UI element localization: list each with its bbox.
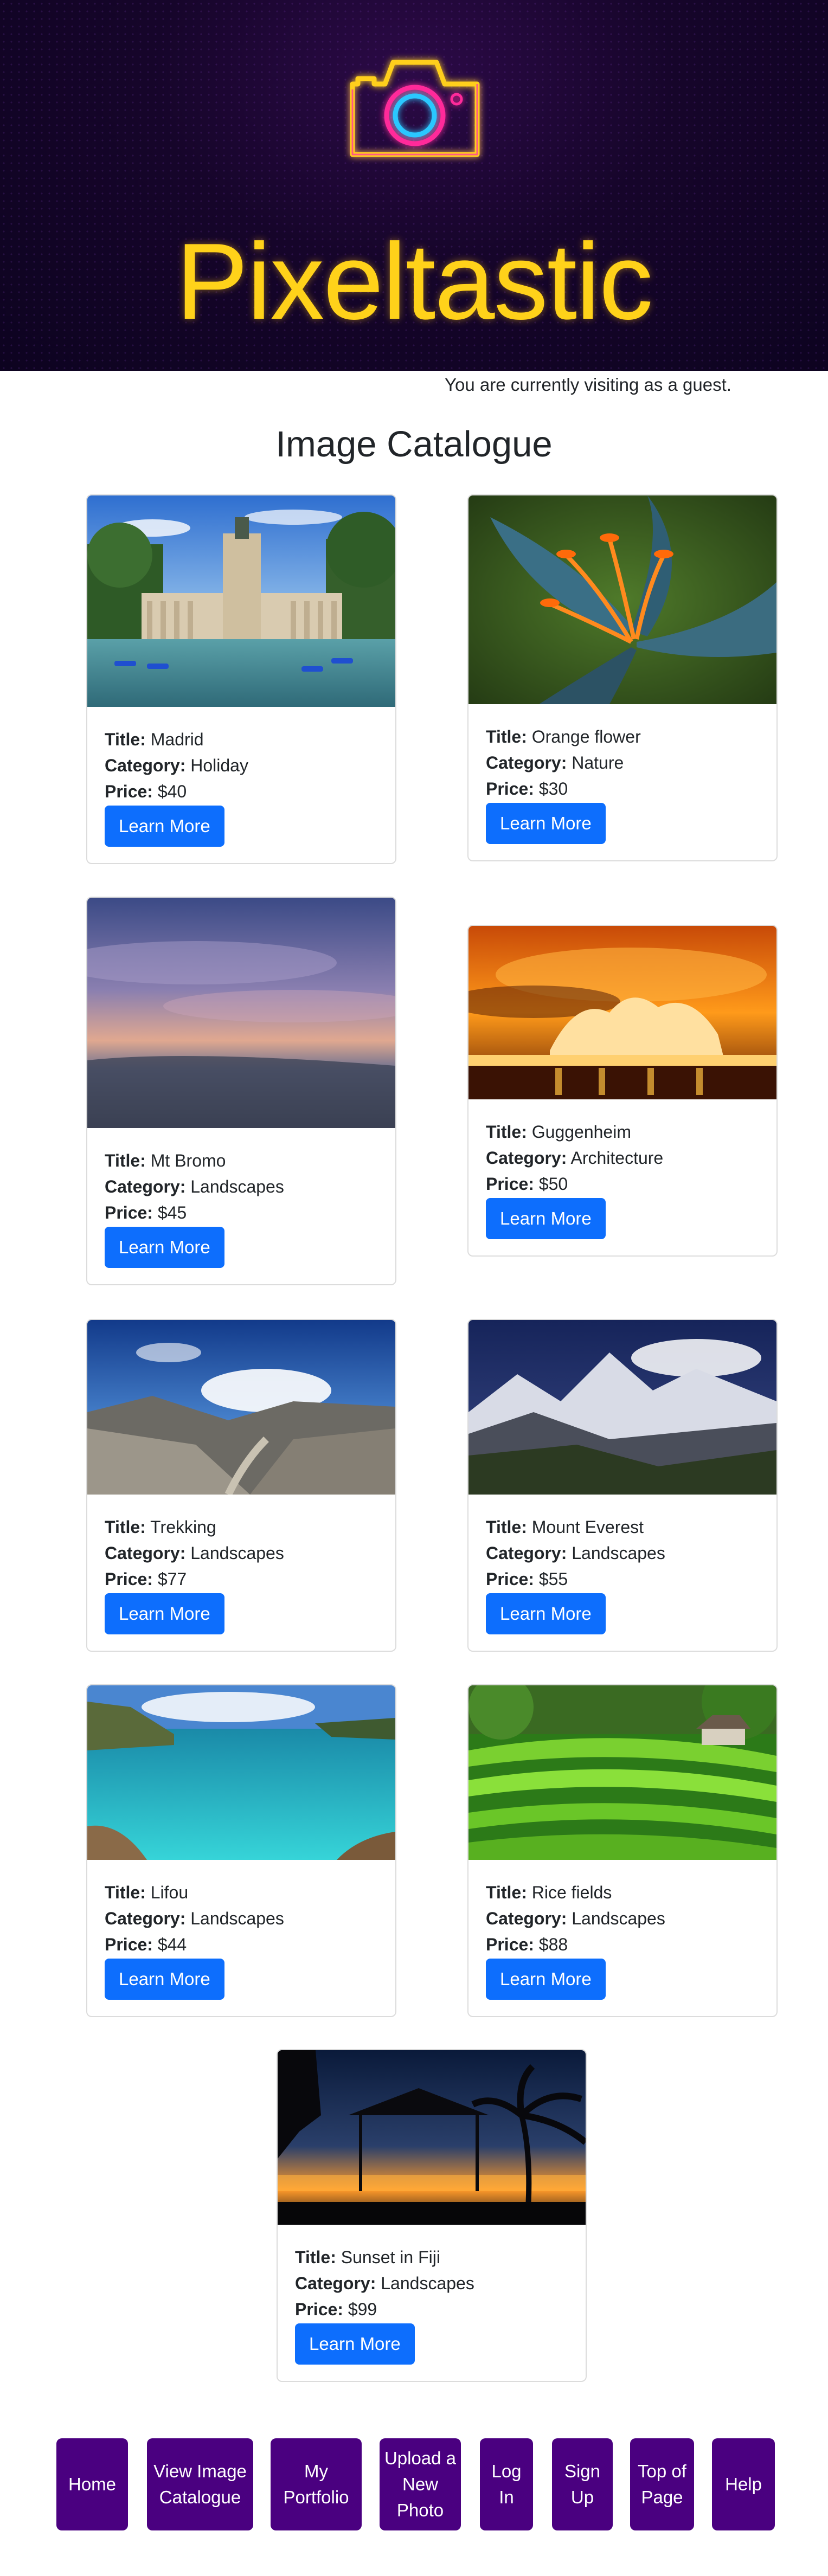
card-price: Price: $50 xyxy=(486,1174,568,1194)
catalogue-card: Title: Madrid Category: Holiday Price: $… xyxy=(86,494,396,864)
learn-more-button[interactable]: Learn More xyxy=(105,1593,224,1634)
card-category: Category: Landscapes xyxy=(486,1909,665,1928)
card-price: Price: $55 xyxy=(486,1569,568,1589)
card-title: Title: Guggenheim xyxy=(486,1122,631,1142)
card-category: Category: Landscapes xyxy=(105,1543,284,1563)
learn-more-button[interactable]: Learn More xyxy=(486,1198,606,1239)
card-price: Price: $44 xyxy=(105,1935,187,1954)
learn-more-button[interactable]: Learn More xyxy=(105,1959,224,2000)
nav-view-catalogue-button[interactable]: View Image Catalogue xyxy=(147,2438,253,2530)
card-price: Price: $45 xyxy=(105,1203,187,1222)
card-title: Title: Orange flower xyxy=(486,727,641,746)
nav-top-of-page-button[interactable]: Top of Page xyxy=(630,2438,694,2530)
catalogue-card: Title: Mt Bromo Category: Landscapes Pri… xyxy=(86,897,396,1285)
nav-upload-photo-button[interactable]: Upload a New Photo xyxy=(380,2438,461,2530)
learn-more-button[interactable]: Learn More xyxy=(486,803,606,844)
nav-log-in-button[interactable]: Log In xyxy=(480,2438,533,2530)
card-image[interactable] xyxy=(87,898,395,1128)
catalogue-card: Title: Sunset in Fiji Category: Landscap… xyxy=(277,2049,587,2382)
card-category: Category: Landscapes xyxy=(295,2274,474,2293)
learn-more-button[interactable]: Learn More xyxy=(105,1227,224,1268)
card-title: Title: Rice fields xyxy=(486,1883,612,1902)
card-title: Title: Trekking xyxy=(105,1517,216,1537)
learn-more-button[interactable]: Learn More xyxy=(295,2323,415,2365)
card-price: Price: $77 xyxy=(105,1569,187,1589)
card-category: Category: Landscapes xyxy=(105,1177,284,1196)
catalogue-card: Title: Guggenheim Category: Architecture… xyxy=(467,925,778,1257)
learn-more-button[interactable]: Learn More xyxy=(486,1593,606,1634)
card-category: Category: Nature xyxy=(486,753,624,772)
card-category: Category: Landscapes xyxy=(486,1543,665,1563)
guest-status: You are currently visiting as a guest. xyxy=(445,375,731,395)
nav-my-portfolio-button[interactable]: My Portfolio xyxy=(271,2438,362,2530)
card-category: Category: Landscapes xyxy=(105,1909,284,1928)
card-title: Title: Sunset in Fiji xyxy=(295,2247,440,2267)
card-category: Category: Architecture xyxy=(486,1148,664,1168)
card-image[interactable] xyxy=(87,1685,395,1860)
catalogue-card: Title: Orange flower Category: Nature Pr… xyxy=(467,494,778,861)
card-price: Price: $40 xyxy=(105,782,187,801)
catalogue-card: Title: Rice fields Category: Landscapes … xyxy=(467,1684,778,2017)
card-image[interactable] xyxy=(87,495,395,707)
card-image[interactable] xyxy=(468,495,776,704)
learn-more-button[interactable]: Learn More xyxy=(486,1959,606,2000)
nav-sign-up-button[interactable]: Sign Up xyxy=(552,2438,613,2530)
card-image[interactable] xyxy=(468,1685,776,1860)
nav-help-button[interactable]: Help xyxy=(712,2438,775,2530)
card-title: Title: Lifou xyxy=(105,1883,189,1902)
catalogue-card: Title: Mount Everest Category: Landscape… xyxy=(467,1319,778,1652)
card-image[interactable] xyxy=(87,1320,395,1495)
card-price: Price: $99 xyxy=(295,2300,377,2319)
hero-banner: Pixeltastic xyxy=(0,0,828,371)
card-image[interactable] xyxy=(468,926,776,1099)
page-title: Image Catalogue xyxy=(275,424,553,465)
brand-title: Pixeltastic xyxy=(176,221,653,342)
neon-camera-icon xyxy=(350,60,480,157)
card-title: Title: Madrid xyxy=(105,730,204,749)
nav-home-button[interactable]: Home xyxy=(56,2438,128,2530)
card-title: Title: Mt Bromo xyxy=(105,1151,226,1170)
card-price: Price: $88 xyxy=(486,1935,568,1954)
learn-more-button[interactable]: Learn More xyxy=(105,806,224,847)
card-image[interactable] xyxy=(278,2050,586,2225)
card-category: Category: Holiday xyxy=(105,756,248,775)
card-price: Price: $30 xyxy=(486,779,568,798)
catalogue-card: Title: Trekking Category: Landscapes Pri… xyxy=(86,1319,396,1652)
card-title: Title: Mount Everest xyxy=(486,1517,644,1537)
catalogue-card: Title: Lifou Category: Landscapes Price:… xyxy=(86,1684,396,2017)
card-image[interactable] xyxy=(468,1320,776,1495)
footer-nav: Home View Image Catalogue My Portfolio U… xyxy=(0,2438,828,2530)
